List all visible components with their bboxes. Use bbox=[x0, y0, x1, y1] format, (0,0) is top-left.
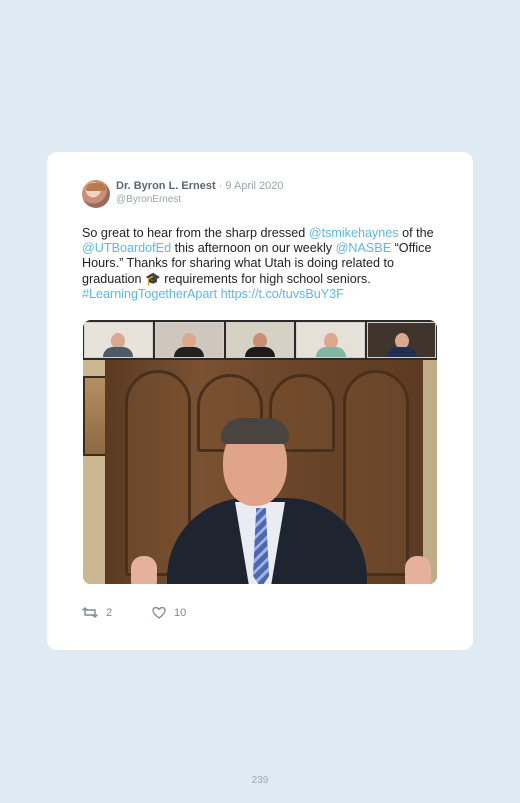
page-number: 239 bbox=[251, 775, 269, 786]
author-avatar[interactable] bbox=[82, 180, 110, 208]
video-call-participant-strip bbox=[83, 320, 437, 360]
text-segment: So great to hear from the sharp dressed bbox=[82, 226, 309, 240]
text-segment: this afternoon on our weekly bbox=[171, 241, 336, 256]
mention-link[interactable]: @NASBE bbox=[336, 241, 391, 255]
author-handle[interactable]: @ByronErnest bbox=[116, 194, 181, 205]
hand bbox=[405, 556, 431, 584]
author-name[interactable]: Dr. Byron L. Ernest bbox=[116, 180, 216, 192]
mention-link[interactable]: @UTBoardofEd bbox=[82, 241, 171, 255]
wall bbox=[423, 360, 437, 584]
hashtag-link[interactable]: #LearningTogetherApart bbox=[82, 287, 217, 301]
heart-icon bbox=[152, 606, 166, 619]
hand bbox=[131, 556, 157, 584]
participant-thumbnail bbox=[367, 322, 436, 358]
participant-thumbnail bbox=[154, 322, 224, 358]
tweet-header: Dr. Byron L. Ernest · 9 April 2020 @Byro… bbox=[82, 180, 462, 210]
text-segment: of the bbox=[398, 226, 434, 240]
author-line: Dr. Byron L. Ernest · 9 April 2020 bbox=[116, 180, 284, 192]
participant-thumbnail bbox=[296, 322, 366, 358]
tweet-date: · 9 April 2020 bbox=[218, 180, 284, 192]
tweet-image[interactable] bbox=[83, 320, 437, 584]
like-button[interactable]: 10 bbox=[152, 606, 186, 619]
retweet-icon bbox=[82, 607, 98, 618]
tweet-text: So great to hear from the sharp dressed … bbox=[82, 226, 442, 302]
participant-thumbnail bbox=[225, 322, 295, 358]
speaker-hair bbox=[221, 418, 289, 444]
retweet-button[interactable]: 2 bbox=[82, 606, 112, 619]
retweet-count: 2 bbox=[106, 606, 113, 619]
tweet-actions: 2 10 bbox=[82, 606, 282, 624]
tweet-card: Dr. Byron L. Ernest · 9 April 2020 @Byro… bbox=[47, 152, 473, 650]
like-count: 10 bbox=[174, 606, 187, 619]
participant-thumbnail bbox=[84, 322, 153, 358]
mention-link[interactable]: @tsmikehaynes bbox=[309, 226, 399, 240]
url-link[interactable]: https://t.co/tuvsBuY3F bbox=[221, 287, 344, 301]
